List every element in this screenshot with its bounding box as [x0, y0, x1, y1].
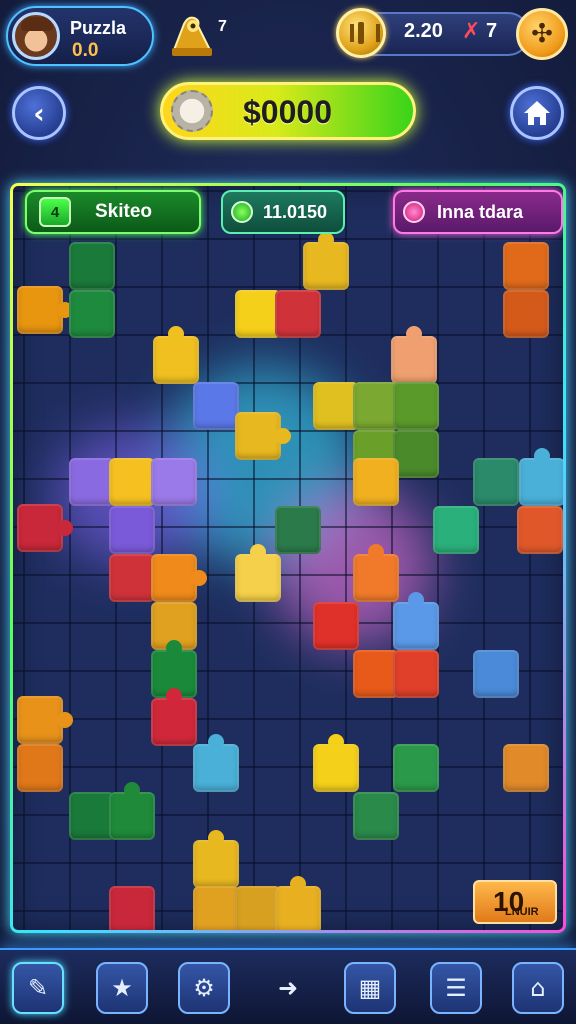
skill-label: Skiteo: [95, 201, 153, 222]
score-pill: $0000: [160, 82, 416, 140]
shop-bag-button[interactable]: ⌂: [512, 962, 564, 1014]
grid-icon: ▦: [358, 974, 382, 1002]
back-arrow-icon: ‹: [33, 96, 45, 130]
puzzle-piece[interactable]: [17, 286, 73, 334]
goal-label: Inna tdara: [437, 201, 524, 222]
player-name: Puzzla: [70, 18, 127, 38]
arrow-right-icon: ➜: [277, 974, 299, 1002]
puzzle-piece[interactable]: [109, 782, 155, 840]
puzzle-piece[interactable]: [17, 504, 73, 552]
puzzle-piece[interactable]: [235, 544, 281, 602]
time-label: 11.0150: [263, 201, 328, 222]
puzzle-piece[interactable]: [473, 458, 519, 506]
favorites-button[interactable]: ★: [96, 962, 148, 1014]
puzzle-piece[interactable]: [153, 326, 199, 384]
goal-chip[interactable]: Inna tdara: [393, 190, 563, 234]
next-button[interactable]: ➜: [262, 962, 314, 1014]
bag-icon: ⌂: [530, 974, 546, 1002]
time-chip[interactable]: 11.0150: [221, 190, 345, 234]
puzzle-gear-icon[interactable]: ✣: [516, 8, 568, 60]
puzzle-piece[interactable]: [275, 876, 321, 930]
lives-count: 7: [486, 20, 498, 42]
puzzle-piece[interactable]: [393, 382, 439, 430]
puzzle-piece[interactable]: [503, 242, 549, 290]
puzzle-piece[interactable]: [193, 734, 239, 792]
puzzle-piece[interactable]: [391, 326, 437, 384]
home-button[interactable]: [510, 86, 564, 140]
level-sub: LNUIR: [505, 906, 539, 918]
puzzle-piece[interactable]: [109, 886, 155, 930]
puzzle-piece[interactable]: [313, 734, 359, 792]
coin-icon[interactable]: [336, 8, 386, 58]
player-avatar: [12, 12, 60, 60]
gear-icon: ⚙: [193, 974, 215, 1002]
skill-count: 4: [39, 197, 71, 227]
puzzle-piece[interactable]: [433, 506, 479, 554]
puzzle-piece[interactable]: [17, 696, 73, 744]
puzzle-trophy-icon[interactable]: [168, 10, 218, 58]
puzzle-piece[interactable]: [151, 688, 197, 746]
back-button[interactable]: ‹: [12, 86, 66, 140]
list-view-button[interactable]: ☰: [430, 962, 482, 1014]
player-score: 0.0: [72, 40, 99, 61]
bottom-toolbar: ✎ ★ ⚙ ➜ ▦ ☰ ⌂: [0, 948, 576, 1024]
puzzle-piece[interactable]: [517, 506, 563, 554]
puzzle-piece[interactable]: [393, 592, 439, 650]
puzzle-piece[interactable]: [519, 448, 563, 506]
puzzle-piece[interactable]: [313, 602, 359, 650]
puzzle-piece[interactable]: [473, 650, 519, 698]
wand-icon: ✎: [27, 974, 49, 1002]
puzzle-piece[interactable]: [109, 458, 165, 506]
puzzle-piece[interactable]: [353, 458, 399, 506]
puzzle-piece[interactable]: [393, 744, 439, 792]
puzzle-piece[interactable]: [353, 544, 399, 602]
sheep-badge-icon: [171, 90, 213, 132]
puzzle-piece[interactable]: [503, 744, 549, 792]
hint-tool-button[interactable]: ✎: [12, 962, 64, 1014]
puzzle-piece[interactable]: [303, 232, 349, 290]
hat-icon: [21, 17, 53, 31]
puzzle-piece[interactable]: [109, 506, 155, 554]
puzzle-piece[interactable]: [353, 792, 399, 840]
puzzle-piece[interactable]: [193, 382, 239, 430]
goal-dot-icon: [403, 201, 425, 223]
skill-chip[interactable]: 4 Skiteo: [25, 190, 201, 234]
puzzle-piece[interactable]: [393, 650, 439, 698]
puzzle-piece[interactable]: [193, 886, 239, 930]
puzzle-piece[interactable]: [151, 554, 207, 602]
puzzle-piece[interactable]: [235, 412, 291, 460]
ribbon-icon: ✗: [462, 19, 481, 44]
puzzle-piece[interactable]: [69, 242, 115, 290]
list-icon: ☰: [445, 974, 467, 1002]
puzzle-piece[interactable]: [503, 290, 549, 338]
player-card[interactable]: Puzzla 0.0: [6, 6, 154, 66]
settings-tool-button[interactable]: ⚙: [178, 962, 230, 1014]
face-icon: [28, 31, 46, 51]
puzzle-piece[interactable]: [393, 430, 439, 478]
puzzle-piece[interactable]: [151, 458, 197, 506]
puzzle-piece[interactable]: [109, 554, 155, 602]
puzzle-board[interactable]: 4 Skiteo 11.0150 Inna tdara 10 LNUIR: [10, 183, 566, 933]
puzzle-piece[interactable]: [275, 290, 321, 338]
timer-dot-icon: [231, 201, 253, 223]
puzzle-piece[interactable]: [69, 290, 115, 338]
score-value: $0000: [243, 94, 332, 130]
level-badge: 10 LNUIR: [473, 880, 557, 924]
puzzle-piece[interactable]: [17, 744, 63, 792]
star-icon: ★: [111, 974, 133, 1002]
puzzle-piece[interactable]: [275, 506, 321, 554]
trophy-count: 7: [218, 18, 227, 35]
grid-view-button[interactable]: ▦: [344, 962, 396, 1014]
home-icon: [524, 101, 550, 125]
puzzle-piece[interactable]: [193, 830, 239, 888]
currency-value: 2.20: [404, 20, 443, 42]
